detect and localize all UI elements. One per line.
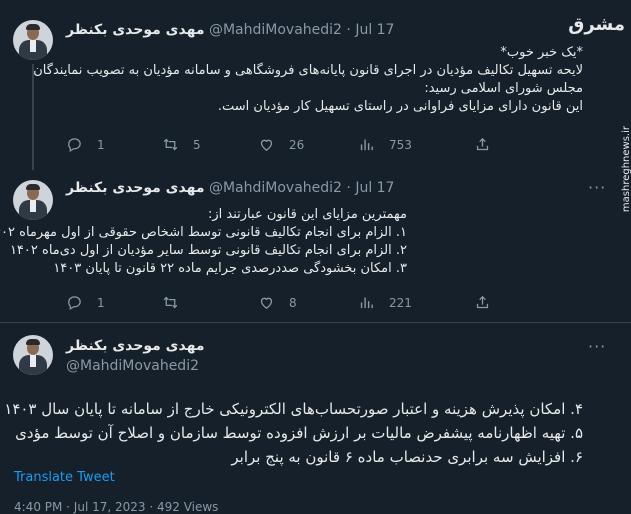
share-icon — [476, 295, 489, 309]
tweet-line: ۴. امکان پذیرش هزینه و اعتبار صورتحساب‌ه… — [4, 400, 583, 418]
tweet-text: مهمترین مزایای این قانون عبارتند از: ۱. … — [0, 206, 407, 278]
reply-icon — [68, 138, 81, 153]
retweet-icon — [163, 138, 178, 151]
tweet-2[interactable]: مهدی موحدی بکنظر @MahdiMovahedi2 · Jul 1… — [0, 170, 631, 322]
tweet-timestamp[interactable]: 4:40 PM · Jul 17, 2023 · 492 Views — [14, 500, 218, 514]
tweet-date[interactable]: Jul 17 — [355, 180, 394, 196]
display-name[interactable]: مهدی موحدی بکنظر — [66, 180, 205, 196]
retweet-count: 5 — [193, 137, 201, 152]
translate-tweet-link[interactable]: Translate Tweet — [14, 470, 115, 485]
retweet-button[interactable] — [162, 294, 193, 311]
retweet-icon — [163, 296, 178, 309]
share-icon — [476, 137, 489, 151]
view-count: 221 — [389, 295, 412, 310]
tweet-text: ۴. امکان پذیرش هزینه و اعتبار صورتحساب‌ه… — [4, 397, 583, 469]
reply-icon — [68, 296, 81, 311]
retweet-button[interactable]: 5 — [162, 136, 201, 153]
view-count: 753 — [389, 137, 412, 152]
views-icon — [360, 139, 373, 151]
tweet-line: *یک خبر خوب* — [500, 45, 583, 60]
like-button[interactable]: 26 — [258, 136, 304, 153]
views-button[interactable]: 221 — [358, 294, 412, 311]
tweet-header: مهدی موحدی بکنظر @MahdiMovahedi2 · Jul 1… — [66, 22, 395, 38]
like-count: 26 — [289, 137, 305, 152]
reply-count: 1 — [97, 295, 105, 310]
handle[interactable]: @MahdiMovahedi2 — [66, 356, 205, 376]
heart-icon — [260, 139, 273, 151]
avatar[interactable] — [13, 335, 53, 375]
like-count: 8 — [289, 295, 297, 310]
handle[interactable]: @MahdiMovahedi2 — [209, 22, 342, 38]
like-button[interactable]: 8 — [258, 294, 297, 311]
tweet-line: مجلس شورای اسلامی رسید: — [424, 81, 583, 96]
tweet-line: ۵. تهیه اظهارنامه پیشفرض مالیات بر ارزش … — [15, 424, 583, 442]
views-button[interactable]: 753 — [358, 136, 412, 153]
tweet-line: این قانون دارای مزایای فراوانی در راستای… — [217, 99, 583, 114]
share-button[interactable] — [474, 136, 491, 153]
display-name[interactable]: مهدی موحدی بکنظر — [66, 336, 205, 356]
tweet-line: ۲. الزام برای انجام تکالیف قانونی توسط س… — [9, 243, 407, 258]
reply-count: 1 — [97, 137, 105, 152]
tweet-1[interactable]: مهدی موحدی بکنظر @MahdiMovahedi2 · Jul 1… — [0, 0, 631, 170]
tweet-actions: 1 8 221 — [66, 294, 536, 314]
share-button[interactable] — [474, 294, 491, 311]
tweet-date[interactable]: Jul 17 — [355, 22, 394, 38]
handle[interactable]: @MahdiMovahedi2 — [209, 180, 342, 196]
tweet-header: مهدی موحدی بکنظر @MahdiMovahedi2 · Jul 1… — [66, 180, 395, 196]
more-options-icon[interactable]: ··· — [588, 178, 606, 197]
tweet-text: *یک خبر خوب* لایحه تسهیل تکالیف مؤدیان د… — [33, 44, 583, 116]
reply-button[interactable]: 1 — [66, 136, 105, 153]
display-name[interactable]: مهدی موحدی بکنظر — [66, 22, 205, 38]
heart-icon — [260, 297, 273, 309]
tweet-line: ۳. امکان بخشودگی صددرصدی جرایم ماده ۲۲ ق… — [53, 261, 407, 276]
tweet-line: مهمترین مزایای این قانون عبارتند از: — [208, 207, 407, 222]
more-options-icon[interactable]: ··· — [588, 337, 606, 356]
tweet-line: ۱. الزام برای انجام تکالیف قانونی توسط ا… — [0, 225, 407, 240]
reply-button[interactable]: 1 — [66, 294, 105, 311]
tweet-header: مهدی موحدی بکنظر @MahdiMovahedi2 — [66, 336, 205, 376]
tweet-line: ۶. افزایش سه برابری حدنصاب ماده ۶ قانون … — [231, 448, 583, 466]
views-icon — [360, 297, 373, 309]
tweet-line: لایحه تسهیل تکالیف مؤدیان در اجرای قانون… — [33, 63, 583, 78]
tweet-actions: 1 5 26 753 — [66, 136, 536, 156]
